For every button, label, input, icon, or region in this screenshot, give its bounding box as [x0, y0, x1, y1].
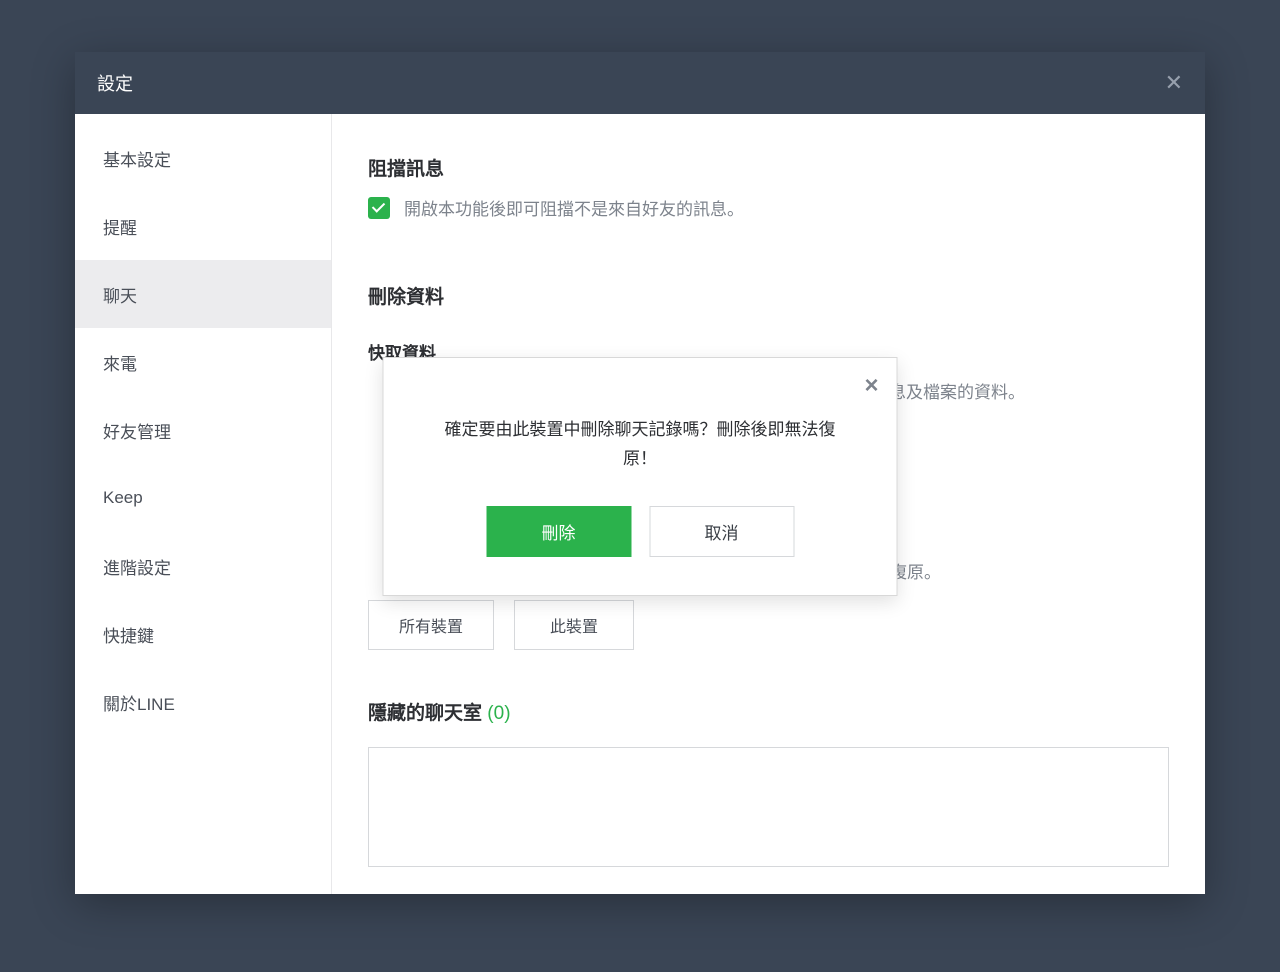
delete-button[interactable]: 刪除: [486, 506, 631, 557]
sidebar-item-chat[interactable]: 聊天: [75, 260, 331, 328]
modal-message: 確定要由此裝置中刪除聊天記錄嗎？刪除後即無法復原！: [434, 416, 847, 474]
sidebar-item-about[interactable]: 關於LINE: [75, 668, 331, 736]
confirm-delete-modal: × 確定要由此裝置中刪除聊天記錄嗎？刪除後即無法復原！ 刪除 取消: [383, 357, 898, 596]
hidden-chats-count: (0): [487, 703, 510, 724]
sidebar-item-label: 聊天: [103, 282, 137, 307]
sidebar-item-label: Keep: [103, 488, 143, 508]
device-button-row: 所有裝置 此裝置: [368, 600, 1169, 650]
modal-button-row: 刪除 取消: [414, 506, 867, 557]
sidebar: 基本設定 提醒 聊天 來電 好友管理 Keep 進階設定 快捷鍵 關於LINE: [75, 114, 332, 894]
sidebar-item-keep[interactable]: Keep: [75, 464, 331, 532]
close-icon[interactable]: ✕: [1165, 70, 1183, 96]
sidebar-item-label: 好友管理: [103, 418, 171, 443]
modal-close-icon[interactable]: ×: [864, 372, 878, 400]
sidebar-item-label: 快捷鍵: [103, 622, 154, 647]
partial-text-restore: 復原。: [890, 558, 941, 583]
hidden-chats-label: 隱藏的聊天室: [368, 703, 482, 724]
partial-text-cache-desc: 息及檔案的資料。: [889, 378, 1025, 403]
delete-data-title: 刪除資料: [368, 282, 1169, 309]
hidden-chats-title: 隱藏的聊天室 (0): [368, 698, 1169, 725]
sidebar-item-label: 基本設定: [103, 146, 171, 171]
window-title: 設定: [97, 70, 133, 96]
sidebar-item-label: 來電: [103, 350, 137, 375]
sidebar-item-call[interactable]: 來電: [75, 328, 331, 396]
block-messages-title: 阻擋訊息: [368, 154, 1169, 181]
sidebar-item-label: 進階設定: [103, 554, 171, 579]
hidden-chats-list: [368, 747, 1169, 867]
sidebar-item-label: 關於LINE: [103, 690, 175, 715]
sidebar-item-label: 提醒: [103, 214, 137, 239]
this-device-button[interactable]: 此裝置: [514, 600, 634, 650]
sidebar-item-advanced[interactable]: 進階設定: [75, 532, 331, 600]
titlebar: 設定 ✕: [75, 52, 1205, 114]
cancel-button[interactable]: 取消: [649, 506, 794, 557]
sidebar-item-basic[interactable]: 基本設定: [75, 124, 331, 192]
sidebar-item-friends[interactable]: 好友管理: [75, 396, 331, 464]
block-messages-desc: 開啟本功能後即可阻擋不是來自好友的訊息。: [404, 195, 744, 220]
sidebar-item-shortcuts[interactable]: 快捷鍵: [75, 600, 331, 668]
sidebar-item-notification[interactable]: 提醒: [75, 192, 331, 260]
all-devices-button[interactable]: 所有裝置: [368, 600, 494, 650]
block-messages-row[interactable]: 開啟本功能後即可阻擋不是來自好友的訊息。: [368, 195, 1169, 220]
checkbox-icon[interactable]: [368, 197, 390, 219]
